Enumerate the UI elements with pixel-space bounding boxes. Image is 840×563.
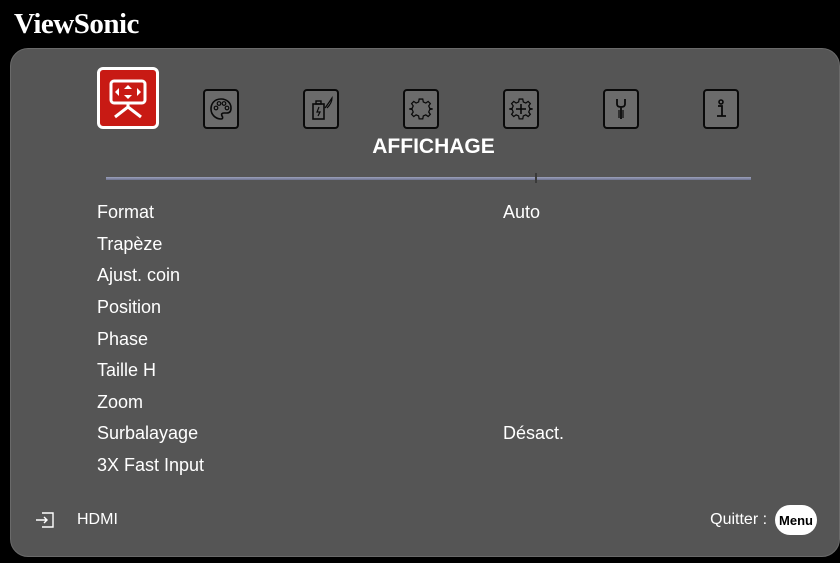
menu-item-label: Position	[97, 297, 162, 318]
tab-power[interactable]	[303, 89, 339, 129]
input-source-indicator: HDMI	[35, 511, 118, 529]
brand-logo: ViewSonic	[14, 8, 139, 40]
info-icon	[717, 99, 726, 117]
tab-advanced[interactable]	[503, 89, 539, 129]
menu-item-fast-input[interactable]: 3X Fast Input	[97, 450, 797, 482]
osd-frame: ViewSonic AFFICHAGE Format Auto Trapèze …	[0, 0, 840, 563]
exit-hint: Quitter : Menu	[710, 505, 817, 535]
tab-display[interactable]	[97, 67, 159, 129]
menu-item-label: Format	[97, 202, 155, 223]
section-divider	[106, 177, 751, 180]
menu-item-overscan[interactable]: Surbalayage Désact.	[97, 418, 797, 450]
menu-item-label: Trapèze	[97, 233, 163, 254]
power-settings-icon	[312, 96, 333, 120]
osd-menu-panel: AFFICHAGE Format Auto Trapèze Ajust. coi…	[10, 48, 840, 557]
menu-item-label: Surbalayage	[97, 423, 199, 444]
divider-mark	[535, 173, 537, 183]
menu-item-label: Phase	[97, 328, 149, 349]
exit-label: Quitter :	[710, 511, 768, 528]
menu-item-label: Ajust. coin	[97, 265, 181, 286]
section-title: AFFICHAGE	[372, 135, 495, 158]
menu-item-phase[interactable]: Phase	[97, 323, 797, 355]
tab-picture[interactable]	[203, 89, 239, 129]
palette-icon	[210, 98, 232, 120]
advanced-gear-icon	[509, 98, 533, 120]
tab-system[interactable]	[603, 89, 639, 129]
menu-item-position[interactable]: Position	[97, 292, 797, 324]
menu-item-zoom[interactable]: Zoom	[97, 387, 797, 419]
menu-item-label: Taille H	[97, 360, 157, 381]
menu-tab-bar	[11, 49, 839, 179]
tab-information[interactable]	[703, 89, 739, 129]
menu-item-value: Désact.	[503, 423, 565, 444]
tab-basic[interactable]	[403, 89, 439, 129]
menu-item-h-size[interactable]: Taille H	[97, 355, 797, 387]
menu-item-label: 3X Fast Input	[97, 455, 205, 476]
input-source-label: HDMI	[77, 511, 118, 528]
menu-item-corner-adjust[interactable]: Ajust. coin	[97, 260, 797, 292]
settings-menu: Format Auto Trapèze Ajust. coin Position…	[97, 197, 797, 481]
display-icon	[109, 79, 147, 119]
menu-item-label: Zoom	[97, 391, 144, 412]
wrench-icon	[616, 99, 626, 119]
menu-item-value: Auto	[503, 202, 541, 223]
menu-key-button[interactable]: Menu	[775, 505, 817, 535]
input-source-icon	[36, 512, 54, 528]
menu-item-keystone[interactable]: Trapèze	[97, 229, 797, 261]
gear-icon	[409, 98, 433, 120]
menu-item-format[interactable]: Format Auto	[97, 197, 797, 229]
